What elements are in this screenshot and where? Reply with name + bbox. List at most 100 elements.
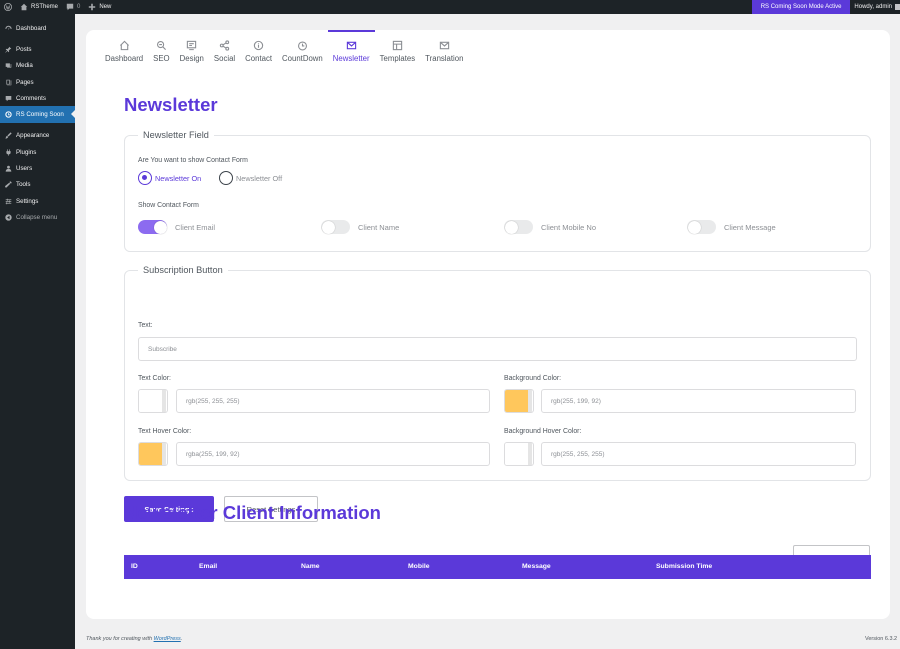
- comments-count: 0: [77, 4, 81, 10]
- swatch-fill: [139, 390, 163, 412]
- sidebar-item-rs-coming-soon[interactable]: RS Coming Soon: [0, 106, 75, 123]
- sidebar-item-pages[interactable]: Pages: [0, 74, 75, 90]
- toggle-label: Client Mobile No: [541, 222, 597, 232]
- design-icon: [187, 40, 197, 51]
- admin-bar: RSTheme 0 New RS Coming Soon Mode Active…: [0, 0, 900, 14]
- sidebar-item-users[interactable]: Users: [0, 160, 75, 176]
- sidebar-item-label: Users: [16, 165, 33, 173]
- text-label: Text:: [138, 322, 153, 329]
- tab-label: SEO: [153, 54, 170, 63]
- coming-soon-badge[interactable]: RS Coming Soon Mode Active: [751, 0, 851, 14]
- column-header-submission-time: Submission Time: [656, 563, 713, 570]
- text-color-input[interactable]: rgb(255, 255, 255): [176, 389, 490, 413]
- brush-icon: [5, 132, 12, 140]
- settings-icon: [5, 198, 12, 204]
- sidebar-item-tools[interactable]: Tools: [0, 177, 75, 193]
- home-icon: [119, 40, 129, 51]
- toggle-switch[interactable]: [687, 220, 716, 234]
- toggle-switch[interactable]: [138, 220, 167, 234]
- users-icon: [5, 165, 12, 172]
- page-title: Newsletter: [124, 94, 218, 115]
- tab-translation[interactable]: Translation: [420, 40, 468, 66]
- client-mobile-toggle[interactable]: Client Mobile No: [504, 220, 596, 234]
- newsletter-on-radio[interactable]: Newsletter On: [138, 171, 201, 185]
- column-header-message: Message: [522, 563, 551, 570]
- wordpress-link[interactable]: WordPress: [154, 636, 181, 642]
- new-content-link[interactable]: New: [84, 0, 115, 14]
- newsletter-off-radio[interactable]: Newsletter Off: [219, 171, 282, 185]
- site-name-link[interactable]: RSTheme: [16, 0, 62, 14]
- toggle-label: Client Message: [724, 222, 776, 232]
- comments-link[interactable]: 0: [62, 0, 84, 14]
- sidebar-item-label: Plugins: [16, 148, 37, 156]
- swatch-fill: [505, 443, 529, 465]
- subscription-button-legend: Subscription Button: [143, 265, 223, 275]
- background-color-label: Background Color:: [504, 375, 562, 382]
- tab-label: Templates: [379, 54, 416, 63]
- toggle-switch[interactable]: [321, 220, 350, 234]
- footer-suffix: .: [180, 636, 183, 642]
- my-account-link[interactable]: Howdy, admin: [850, 0, 900, 14]
- sidebar-item-label: Collapse menu: [16, 213, 58, 221]
- tab-label: Newsletter: [332, 54, 370, 63]
- background-color-swatch[interactable]: [504, 389, 534, 413]
- info-icon: [253, 40, 264, 51]
- comments-icon: [5, 95, 12, 102]
- admin-sidebar: Dashboard Posts Media Pages Comments RS …: [0, 14, 75, 649]
- sidebar-item-comments[interactable]: Comments: [0, 90, 75, 106]
- new-label: New: [99, 4, 112, 10]
- sidebar-item-posts[interactable]: Posts: [0, 41, 75, 57]
- tab-newsletter[interactable]: Newsletter: [327, 30, 375, 66]
- button-text-input[interactable]: Subscribe: [138, 337, 857, 361]
- footer-prefix: Thank you for creating with: [86, 636, 154, 642]
- wordpress-icon: [4, 3, 12, 11]
- wp-version: Version 6.3.2: [865, 636, 898, 642]
- client-name-toggle[interactable]: Client Name: [321, 220, 399, 234]
- tab-label: Social: [213, 54, 236, 63]
- sidebar-item-dashboard[interactable]: Dashboard: [0, 20, 75, 36]
- tab-social[interactable]: Social: [209, 40, 240, 66]
- text-hover-color-swatch[interactable]: [138, 442, 168, 466]
- radio-dot: [138, 171, 152, 185]
- tab-countdown[interactable]: CountDown: [277, 40, 328, 66]
- swatch-bar: [528, 443, 532, 465]
- sidebar-item-media[interactable]: Media: [0, 58, 75, 74]
- client-email-toggle[interactable]: Client Email: [138, 220, 215, 234]
- avatar: [895, 4, 900, 10]
- translation-icon: [439, 41, 449, 50]
- client-section-title: Newsletter Client Information: [124, 502, 381, 523]
- sidebar-item-collapse-menu[interactable]: Collapse menu: [0, 209, 75, 225]
- sidebar-item-label: Pages: [16, 78, 34, 86]
- radio-label: Newsletter Off: [236, 173, 283, 183]
- dashboard-icon: [5, 25, 12, 30]
- sidebar-item-label: Settings: [16, 197, 39, 205]
- sidebar-item-plugins[interactable]: Plugins: [0, 144, 75, 160]
- comment-bubble-icon: [66, 3, 74, 11]
- pin-icon: [5, 46, 12, 53]
- show-contact-form-question: Are You want to show Contact Form: [138, 157, 248, 164]
- sidebar-item-label: Tools: [16, 181, 31, 189]
- client-message-toggle[interactable]: Client Message: [687, 220, 776, 234]
- toggle-switch[interactable]: [504, 220, 533, 234]
- sidebar-item-appearance[interactable]: Appearance: [0, 128, 75, 144]
- toggle-label: Client Name: [358, 222, 400, 232]
- tab-seo[interactable]: SEO: [148, 40, 174, 66]
- client-table-header: ID Email Name Mobile Message Submission …: [124, 555, 871, 579]
- text-color-swatch[interactable]: [138, 389, 168, 413]
- tab-design[interactable]: Design: [175, 40, 209, 66]
- newsletter-field-legend: Newsletter Field: [143, 130, 209, 140]
- text-hover-color-input[interactable]: rgba(255, 199, 92): [176, 442, 490, 466]
- background-hover-color-swatch[interactable]: [504, 442, 534, 466]
- settings-panel: Dashboard SEO Design Social Contact Coun…: [86, 30, 890, 619]
- wp-logo[interactable]: [0, 0, 16, 14]
- swatch-fill: [139, 443, 163, 465]
- tab-label: Contact: [245, 54, 273, 63]
- tab-templates[interactable]: Templates: [375, 40, 421, 66]
- background-color-input[interactable]: rgb(255, 199, 92): [541, 389, 856, 413]
- sidebar-item-settings[interactable]: Settings: [0, 193, 75, 209]
- text-hover-color-label: Text Hover Color:: [138, 428, 192, 435]
- background-hover-color-input[interactable]: rgb(255, 255, 255): [541, 442, 856, 466]
- tab-dashboard[interactable]: Dashboard: [100, 40, 148, 66]
- tab-contact[interactable]: Contact: [240, 40, 277, 66]
- admin-footer-text: Thank you for creating with WordPress.: [86, 636, 182, 642]
